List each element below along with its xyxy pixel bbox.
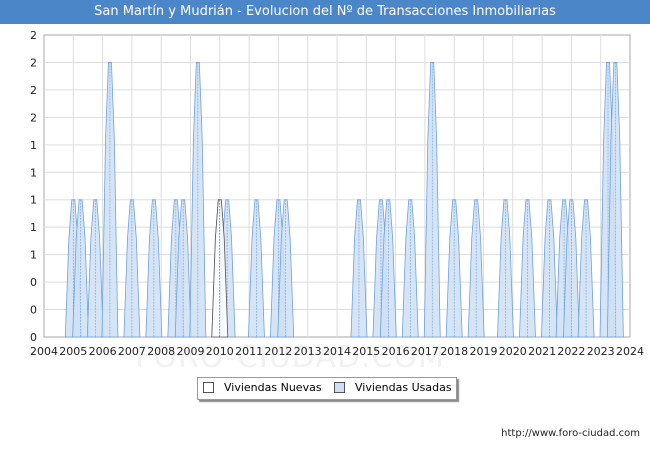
legend-label-nuevas: Viviendas Nuevas xyxy=(224,381,322,394)
y-tick-label: 1 xyxy=(30,221,37,234)
y-tick-label: 1 xyxy=(30,166,37,179)
x-tick-label: 2004 xyxy=(30,345,58,358)
x-tick-label: 2007 xyxy=(118,345,146,358)
legend-swatch-usadas xyxy=(334,382,345,393)
x-tick-label: 2008 xyxy=(147,345,175,358)
legend-item-usadas: Viviendas Usadas xyxy=(334,381,452,394)
y-tick-label: 0 xyxy=(30,331,37,344)
y-tick-label: 2 xyxy=(30,84,37,97)
x-tick-label: 2022 xyxy=(557,345,585,358)
x-tick-label: 2016 xyxy=(382,345,410,358)
chart-title: San Martín y Mudrián - Evolucion del Nº … xyxy=(0,0,650,24)
y-tick-label: 2 xyxy=(30,29,37,42)
y-tick-label: 2 xyxy=(30,111,37,124)
x-tick-label: 2010 xyxy=(206,345,234,358)
x-tick-label: 2018 xyxy=(440,345,468,358)
x-tick-label: 2009 xyxy=(177,345,205,358)
x-tick-label: 2024 xyxy=(616,345,644,358)
legend-swatch-nuevas xyxy=(203,382,214,393)
legend-item-nuevas: Viviendas Nuevas xyxy=(203,381,322,394)
x-tick-label: 2017 xyxy=(411,345,439,358)
legend-label-usadas: Viviendas Usadas xyxy=(355,381,452,394)
y-tick-label: 1 xyxy=(30,249,37,262)
x-tick-label: 2006 xyxy=(89,345,117,358)
chart-area: 0 0 0 1 1 1 1 1 2 2 2 2 2004 2005 2006 2007 2008 2009 2010… xyxy=(30,29,644,358)
x-tick-label: 2015 xyxy=(352,345,380,358)
source-link[interactable]: http://www.foro-ciudad.com xyxy=(501,428,640,439)
y-tick-label: 2 xyxy=(30,56,37,69)
x-tick-label: 2011 xyxy=(235,345,263,358)
x-tick-label: 2021 xyxy=(528,345,556,358)
y-tick-label: 1 xyxy=(30,139,37,152)
x-tick-label: 2014 xyxy=(323,345,351,358)
x-tick-label: 2023 xyxy=(587,345,615,358)
y-tick-label: 0 xyxy=(30,304,37,317)
x-tick-label: 2019 xyxy=(470,345,498,358)
x-tick-label: 2012 xyxy=(264,345,292,358)
x-tick-label: 2005 xyxy=(59,345,87,358)
chart-legend: Viviendas Nuevas Viviendas Usadas xyxy=(197,377,457,400)
y-tick-label: 1 xyxy=(30,194,37,207)
x-tick-label: 2013 xyxy=(294,345,322,358)
y-tick-label: 0 xyxy=(30,276,37,289)
x-tick-label: 2020 xyxy=(499,345,527,358)
